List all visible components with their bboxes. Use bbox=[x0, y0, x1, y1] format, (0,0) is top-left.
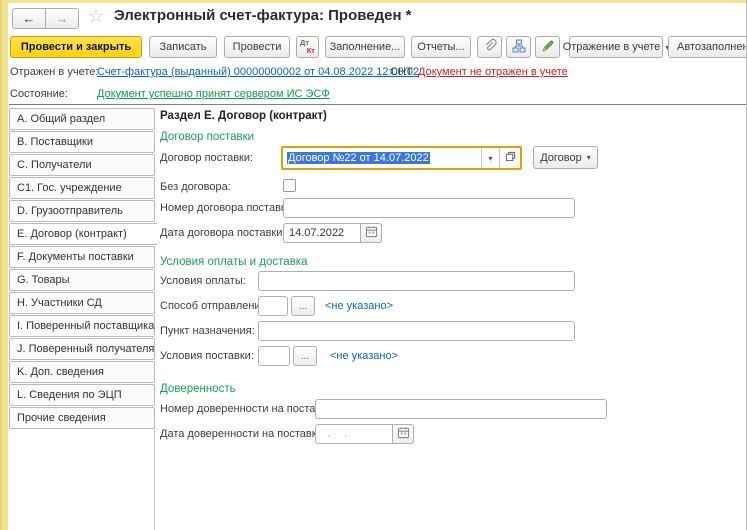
destination-input[interactable] bbox=[258, 321, 575, 341]
electronic-invoice-window: ←→ ☆ Электронный счет-фактура: Проведен … bbox=[0, 0, 747, 530]
snt-label: СНТ: bbox=[390, 66, 416, 78]
sidebar-item-b-suppliers[interactable]: B. Поставщики bbox=[9, 131, 155, 153]
post-button[interactable]: Провести bbox=[224, 36, 290, 58]
fill-button[interactable]: Заполнение... bbox=[325, 36, 405, 58]
contract-menu-label: Договор bbox=[540, 152, 582, 164]
forward-arrow-icon: → bbox=[56, 11, 69, 26]
payment-terms-input[interactable] bbox=[258, 271, 575, 291]
state-label: Состояние: bbox=[10, 88, 68, 100]
delivery-terms-picker-button[interactable]: ... bbox=[293, 346, 317, 366]
sidebar-item-h-sd-participants[interactable]: H. Участники СД bbox=[9, 292, 155, 314]
paperclip-icon bbox=[482, 38, 497, 56]
contract-number-label: Номер договора поставки: bbox=[160, 202, 295, 214]
back-button[interactable]: ← bbox=[12, 8, 46, 29]
edit-button[interactable] bbox=[535, 36, 560, 58]
autofill-button[interactable]: Автозаполнение bbox=[668, 36, 747, 58]
sidebar-item-i-supplier-attorney[interactable]: I. Поверенный поставщика bbox=[9, 315, 155, 337]
sidebar-item-k-additional[interactable]: K. Доп. сведения bbox=[9, 361, 155, 383]
contract-value: Договор №22 от 14.07.2022 bbox=[287, 152, 430, 164]
contract-dropdown-button[interactable]: ▾ bbox=[481, 148, 499, 168]
reports-button[interactable]: Отчеты... bbox=[411, 36, 471, 58]
structure-icon bbox=[512, 39, 526, 56]
payment-terms-label: Условия оплаты: bbox=[160, 275, 246, 287]
dt-kt-postings-button[interactable]: ДтКт bbox=[296, 36, 319, 58]
write-button[interactable]: Записать bbox=[149, 36, 217, 58]
poa-date-input[interactable]: . . bbox=[315, 424, 393, 444]
sidebar-item-f-delivery-docs[interactable]: F. Документы поставки bbox=[9, 246, 155, 268]
shipping-method-input[interactable] bbox=[258, 296, 288, 316]
shipping-method-picker-button[interactable]: ... bbox=[291, 296, 315, 316]
nav-buttons: ←→ bbox=[12, 8, 79, 29]
contract-date-label: Дата договора поставки: bbox=[160, 227, 285, 239]
contract-label: Договор поставки: bbox=[160, 152, 253, 164]
header-separator bbox=[9, 104, 747, 105]
delivery-terms-hint-link[interactable]: <не указано> bbox=[330, 350, 398, 362]
post-and-close-button[interactable]: Провести и закрыть bbox=[10, 36, 142, 58]
no-contract-label: Без договора: bbox=[160, 181, 231, 193]
delivery-terms-label: Условия поставки: bbox=[160, 350, 254, 362]
sidebar-item-a-general[interactable]: A. Общий раздел bbox=[9, 108, 155, 130]
sidebar-item-other[interactable]: Прочие сведения bbox=[9, 407, 155, 429]
sidebar-item-c1-gov[interactable]: C1. Гос. учреждение bbox=[9, 177, 155, 199]
sidebar-content-divider bbox=[154, 430, 155, 530]
group-poa-title: Доверенность bbox=[160, 383, 236, 395]
calendar-icon bbox=[397, 426, 410, 442]
caret-down-icon: ▾ bbox=[488, 154, 492, 163]
group-payment-delivery-title: Условия оплаты и доставка bbox=[160, 256, 307, 268]
reflection-label: Отражение в учете bbox=[563, 41, 661, 53]
contract-date-field: 14.07.2022 bbox=[283, 223, 382, 243]
section-tabs: A. Общий раздел B. Поставщики C. Получат… bbox=[9, 108, 169, 430]
section-header: Раздел Е. Договор (контракт) bbox=[160, 110, 327, 122]
contract-open-button[interactable] bbox=[499, 148, 520, 168]
contract-input[interactable]: Договор №22 от 14.07.2022 ▾ bbox=[281, 146, 522, 170]
open-icon bbox=[505, 151, 516, 165]
shipping-method-hint-link[interactable]: <не указано> bbox=[325, 300, 393, 312]
sidebar-item-l-signature[interactable]: L. Сведения по ЭЦП bbox=[9, 384, 155, 406]
poa-date-field: . . bbox=[315, 424, 414, 444]
contract-menu-button[interactable]: Договор ▾ bbox=[533, 146, 598, 169]
sidebar-item-e-contract[interactable]: E. Договор (контракт) bbox=[9, 223, 157, 245]
calendar-icon bbox=[365, 225, 378, 241]
related-documents-button[interactable] bbox=[506, 36, 531, 58]
back-arrow-icon: ← bbox=[23, 11, 36, 26]
shipping-method-label: Способ отправления: bbox=[160, 300, 270, 312]
window-top-edge bbox=[0, 0, 747, 3]
contract-number-input[interactable] bbox=[283, 198, 575, 218]
poa-date-label: Дата доверенности на поставку: bbox=[160, 428, 325, 440]
reflected-document-link[interactable]: Счет-фактура (выданный) 00000000002 от 0… bbox=[97, 66, 419, 78]
sidebar-item-g-goods[interactable]: G. Товары bbox=[9, 269, 155, 291]
sidebar-item-j-recipient-attorney[interactable]: J. Поверенный получателя bbox=[9, 338, 155, 360]
favorite-star-icon[interactable]: ☆ bbox=[88, 6, 104, 27]
poa-number-label: Номер доверенности на поставку: bbox=[160, 403, 335, 415]
forward-button[interactable]: → bbox=[45, 8, 79, 29]
reflection-menu-button[interactable]: Отражение в учете▾ bbox=[569, 36, 663, 58]
pencil-icon bbox=[541, 39, 555, 56]
reflected-label: Отражен в учете: bbox=[10, 66, 98, 78]
no-contract-checkbox[interactable] bbox=[283, 179, 296, 192]
caret-down-icon: ▾ bbox=[587, 153, 591, 162]
snt-status-link[interactable]: Документ не отражен в учете bbox=[418, 66, 568, 78]
dt-kt-icon: ДтКт bbox=[297, 37, 318, 57]
poa-number-input[interactable] bbox=[315, 399, 607, 419]
contract-date-input[interactable]: 14.07.2022 bbox=[283, 223, 361, 243]
window-left-edge bbox=[0, 0, 8, 530]
group-contract-title: Договор поставки bbox=[160, 131, 254, 143]
poa-date-calendar-button[interactable] bbox=[392, 424, 414, 444]
page-title: Электронный счет-фактура: Проведен * bbox=[114, 7, 412, 24]
contract-date-calendar-button[interactable] bbox=[360, 223, 382, 243]
sidebar-item-d-shipper[interactable]: D. Грузоотправитель bbox=[9, 200, 155, 222]
destination-label: Пункт назначения: bbox=[160, 325, 255, 337]
sidebar-item-c-recipients[interactable]: C. Получатели bbox=[9, 154, 155, 176]
state-status-link[interactable]: Документ успешно принят сервером ИС ЭСФ bbox=[97, 88, 330, 100]
delivery-terms-input[interactable] bbox=[258, 346, 290, 366]
attachments-button[interactable] bbox=[477, 36, 502, 58]
